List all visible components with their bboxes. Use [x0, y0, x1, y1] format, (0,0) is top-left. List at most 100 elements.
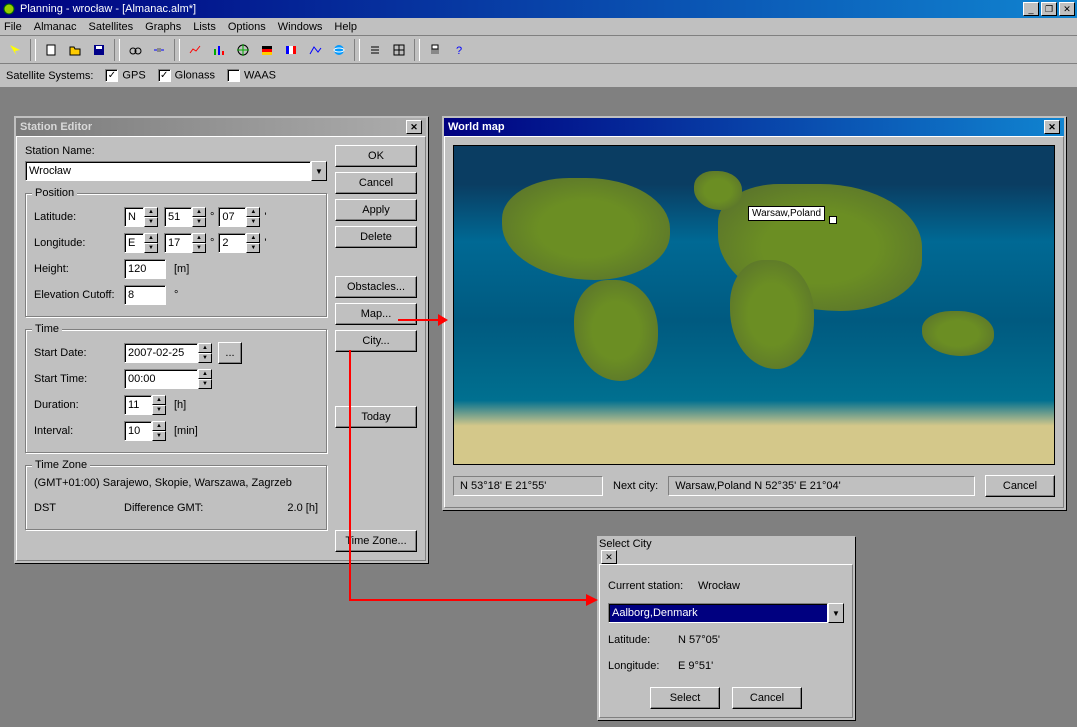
duration-spin[interactable]: ▲▼: [124, 395, 166, 415]
menu-options[interactable]: Options: [228, 21, 266, 33]
tool-new-icon[interactable]: [40, 39, 62, 61]
toolbar: ?: [0, 36, 1077, 64]
cursor-coord-display: N 53°18' E 21°55': [453, 476, 603, 496]
lon-deg-spin[interactable]: ▲▼: [164, 233, 206, 253]
selcity-cancel-button[interactable]: Cancel: [732, 687, 802, 709]
map-pin-icon: [829, 216, 837, 224]
tool-satellite-icon[interactable]: [148, 39, 170, 61]
selcity-lon-label: Longitude:: [608, 660, 678, 672]
tool-help-icon[interactable]: ?: [448, 39, 470, 61]
menu-lists[interactable]: Lists: [193, 21, 216, 33]
maximize-button[interactable]: ❐: [1041, 2, 1057, 16]
tool-arrow-icon[interactable]: [4, 39, 26, 61]
ok-button[interactable]: OK: [335, 145, 417, 167]
current-station-label: Current station:: [608, 580, 698, 592]
tool-bars-icon[interactable]: [208, 39, 230, 61]
lat-min-spin[interactable]: ▲▼: [218, 207, 260, 227]
elevation-input[interactable]: [124, 285, 166, 305]
chevron-down-icon[interactable]: ▼: [828, 603, 844, 623]
station-editor-window: Station Editor ✕ Station Name: ▼ Positio…: [14, 116, 428, 563]
interval-spin[interactable]: ▲▼: [124, 421, 166, 441]
height-input[interactable]: [124, 259, 166, 279]
svg-text:?: ?: [456, 45, 462, 57]
city-button[interactable]: City...: [335, 330, 417, 352]
app-titlebar: Planning - wrocław - [Almanac.alm*] _ ❐ …: [0, 0, 1077, 18]
city-combo[interactable]: Aalborg,Denmark ▼: [608, 603, 844, 623]
delete-button[interactable]: Delete: [335, 226, 417, 248]
tool-globe-icon[interactable]: [328, 39, 350, 61]
station-name-label: Station Name:: [25, 145, 327, 157]
minimize-button[interactable]: _: [1023, 2, 1039, 16]
starttime-spin[interactable]: ▲▼: [124, 369, 212, 389]
tool-target-icon[interactable]: [232, 39, 254, 61]
selcity-lon-value: E 9°51': [678, 660, 713, 672]
diff-value: 2.0 [h]: [287, 502, 318, 514]
station-name-combo[interactable]: ▼: [25, 161, 327, 181]
elevation-label: Elevation Cutoff:: [34, 289, 124, 301]
menu-file[interactable]: File: [4, 21, 22, 33]
today-button[interactable]: Today: [335, 406, 417, 428]
position-fieldset: Position Latitude: ▲▼ ▲▼ ° ▲▼ ' Longitud…: [25, 193, 327, 317]
close-icon[interactable]: ✕: [406, 120, 422, 134]
menu-satellites[interactable]: Satellites: [89, 21, 134, 33]
tool-grid-icon[interactable]: [388, 39, 410, 61]
current-station-value: Wrocław: [698, 580, 740, 592]
worldmap-cancel-button[interactable]: Cancel: [985, 475, 1055, 497]
city-combo-value[interactable]: Aalborg,Denmark: [608, 603, 828, 623]
apply-button[interactable]: Apply: [335, 199, 417, 221]
tool-binoculars-icon[interactable]: [124, 39, 146, 61]
interval-label: Interval:: [34, 425, 124, 437]
tool-graph1-icon[interactable]: [184, 39, 206, 61]
world-map-titlebar[interactable]: World map ✕: [444, 118, 1064, 136]
cancel-button[interactable]: Cancel: [335, 172, 417, 194]
diff-label: Difference GMT:: [124, 502, 203, 514]
next-city-label: Next city:: [613, 480, 658, 492]
selcity-lat-value: N 57°05': [678, 634, 720, 646]
lat-hemi-spin[interactable]: ▲▼: [124, 207, 158, 227]
menu-graphs[interactable]: Graphs: [145, 21, 181, 33]
obstacles-button[interactable]: Obstacles...: [335, 276, 417, 298]
close-icon[interactable]: ✕: [601, 550, 617, 564]
station-editor-titlebar[interactable]: Station Editor ✕: [16, 118, 426, 136]
sat-label: Satellite Systems:: [6, 70, 93, 82]
timezone-button[interactable]: Time Zone...: [335, 530, 417, 552]
timezone-fieldset: Time Zone (GMT+01:00) Sarajewo, Skopie, …: [25, 465, 327, 530]
select-button[interactable]: Select: [650, 687, 720, 709]
map-button[interactable]: Map...: [335, 303, 417, 325]
latitude-label: Latitude:: [34, 211, 124, 223]
app-icon: [2, 2, 16, 16]
tool-list-icon[interactable]: [364, 39, 386, 61]
time-fieldset: Time Start Date: ▲▼ ... Start Time: ▲▼ D…: [25, 329, 327, 453]
tool-save-icon[interactable]: [88, 39, 110, 61]
menu-almanac[interactable]: Almanac: [34, 21, 77, 33]
lat-deg-spin[interactable]: ▲▼: [164, 207, 206, 227]
timezone-text: (GMT+01:00) Sarajewo, Skopie, Warszawa, …: [34, 476, 318, 491]
app-title: Planning - wrocław - [Almanac.alm*]: [20, 3, 1021, 15]
menu-help[interactable]: Help: [334, 21, 357, 33]
select-city-dialog: Select City ✕ Current station: Wrocław A…: [597, 536, 855, 720]
tool-flag-de-icon[interactable]: [256, 39, 278, 61]
date-picker-button[interactable]: ...: [218, 342, 242, 364]
close-icon[interactable]: ✕: [1044, 120, 1060, 134]
tool-open-icon[interactable]: [64, 39, 86, 61]
select-city-titlebar[interactable]: Select City ✕: [599, 538, 853, 564]
lon-hemi-spin[interactable]: ▲▼: [124, 233, 158, 253]
tool-chart2-icon[interactable]: [304, 39, 326, 61]
chevron-down-icon[interactable]: ▼: [311, 161, 327, 181]
gps-checkbox[interactable]: GPS: [105, 69, 145, 82]
world-map-window: World map ✕ Warsaw,Poland N 53°18' E 21°…: [442, 116, 1066, 510]
longitude-label: Longitude:: [34, 237, 124, 249]
tool-flag-fr-icon[interactable]: [280, 39, 302, 61]
station-name-input[interactable]: [25, 161, 311, 181]
next-city-display: Warsaw,Poland N 52°35' E 21°04': [668, 476, 975, 496]
starttime-label: Start Time:: [34, 373, 124, 385]
waas-checkbox[interactable]: WAAS: [227, 69, 276, 82]
startdate-spin[interactable]: ▲▼: [124, 343, 212, 363]
world-map-canvas[interactable]: Warsaw,Poland: [453, 145, 1055, 465]
glonass-checkbox[interactable]: Glonass: [158, 69, 215, 82]
close-button[interactable]: ✕: [1059, 2, 1075, 16]
lon-min-spin[interactable]: ▲▼: [218, 233, 260, 253]
menu-windows[interactable]: Windows: [278, 21, 323, 33]
duration-label: Duration:: [34, 399, 124, 411]
tool-print-icon[interactable]: [424, 39, 446, 61]
